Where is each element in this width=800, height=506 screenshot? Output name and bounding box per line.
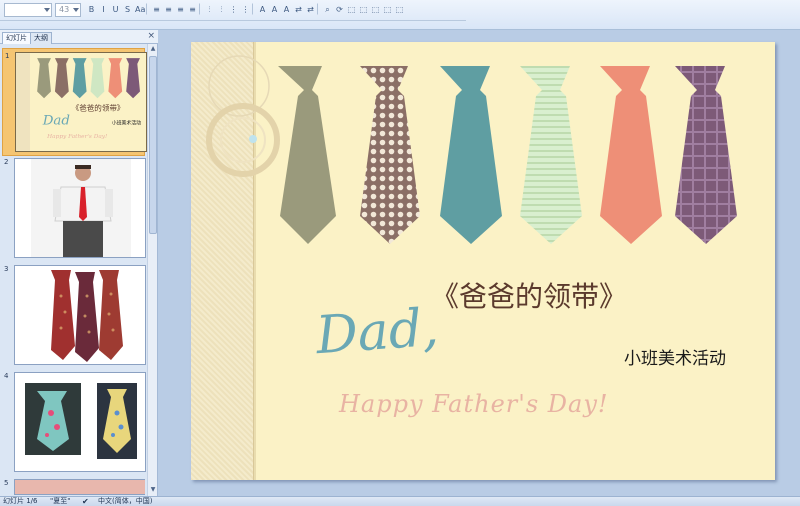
slide-subtitle[interactable]: 小班美术活动	[624, 344, 726, 369]
toolbar-tool-icon[interactable]: ≡	[151, 3, 162, 15]
toolbar-tool-icon[interactable]: S	[122, 3, 133, 15]
toolbar-tool-icon[interactable]: ⟳	[334, 3, 345, 15]
formatting-tools: B I U S Aa ≡ ≡ ≡ ≡ ⫶ ⫶ ⋮ ⋮ A A A ⇄ ⇄ ⌕ ⟳ ⬚ ⬚ ⬚ ⬚ ⬚	[86, 3, 405, 17]
toolbar-tool-icon[interactable]: I	[98, 3, 109, 15]
slide-number: 5	[4, 479, 9, 487]
toolbar-tool-icon[interactable]: ⇄	[293, 3, 304, 15]
panel-scrollbar[interactable]: ▲ ▼	[147, 44, 157, 496]
slide-number: 4	[4, 372, 9, 380]
tie-polka	[360, 66, 420, 244]
painted-ties-photo	[15, 373, 145, 471]
slide-preview	[14, 265, 146, 365]
toolbar-tool-icon[interactable]: ⬚	[346, 3, 357, 15]
thumb-1-art: 《爸爸的领带》 Dad 小班美术活动 Happy Father's Day!	[16, 53, 141, 151]
tie-teal	[440, 66, 502, 244]
scroll-down-icon[interactable]: ▼	[149, 486, 157, 494]
thumb-1-title: 《爸爸的领带》	[72, 103, 125, 113]
slide-number: 2	[4, 158, 9, 166]
toolbar-tool-icon[interactable]: ≡	[163, 3, 174, 15]
language-indicator[interactable]: 中文(简体，中国)	[98, 497, 152, 506]
scroll-up-icon[interactable]: ▲	[149, 45, 157, 53]
man-in-tie-photo	[15, 159, 145, 257]
slide-editor: 《爸爸的领带》 Dad, 小班美术活动 Happy Father's Day!	[158, 30, 800, 496]
toolbar-tool-icon[interactable]: ⬚	[358, 3, 369, 15]
toolbar-separator	[317, 3, 321, 15]
toolbar-tool-icon[interactable]: ⋮	[228, 3, 239, 15]
tie-olive	[278, 66, 336, 244]
thumb-1-happy: Happy Father's Day!	[46, 134, 107, 140]
slide-count: 幻灯片 1/6	[3, 497, 38, 505]
font-name-dropdown[interactable]	[4, 3, 52, 17]
slide-number: 1	[5, 52, 10, 60]
toolbar-tool-icon[interactable]: A	[269, 3, 280, 15]
theme-name: "夏至"	[50, 497, 71, 505]
status-bar: 幻灯片 1/6 "夏至" ✔ 中文(简体，中国)	[0, 496, 800, 506]
tie-plaid	[675, 66, 737, 244]
font-size-value: 43	[59, 5, 70, 14]
ties-photo	[15, 266, 145, 364]
toolbar-tool-icon[interactable]: ⬚	[394, 3, 405, 15]
ribbon-toolbar: 43 B I U S Aa ≡ ≡ ≡ ≡ ⫶ ⫶ ⋮ ⋮ A A A ⇄ ⇄ ⌕ ⟳ ⬚ ⬚ ⬚ ⬚ ⬚	[0, 0, 800, 30]
toolbar-tool-icon[interactable]: U	[110, 3, 121, 15]
toolbar-tool-icon[interactable]: Aa	[134, 3, 145, 15]
tab-slides[interactable]: 幻灯片	[2, 32, 31, 44]
toolbar-tool-icon[interactable]: ⬚	[382, 3, 393, 15]
ribbon-divider	[0, 20, 466, 21]
toolbar-tool-icon[interactable]: ≡	[175, 3, 186, 15]
slide-preview	[14, 158, 146, 258]
toolbar-tool-icon[interactable]: ⇄	[305, 3, 316, 15]
toolbar-tool-icon[interactable]: ⫶	[216, 3, 227, 15]
spellcheck-icon[interactable]: ✔	[82, 497, 89, 506]
slide-preview	[14, 479, 145, 495]
tie-salmon	[600, 66, 662, 244]
font-size-dropdown[interactable]: 43	[55, 3, 81, 17]
tab-outline[interactable]: 大纲	[30, 32, 52, 44]
slide-canvas[interactable]: 《爸爸的领带》 Dad, 小班美术活动 Happy Father's Day!	[191, 42, 775, 480]
thumb-1-subtitle: 小班美术活动	[112, 119, 141, 126]
slide-preview	[14, 372, 146, 472]
thumb-1-dad: Dad	[42, 113, 70, 128]
powerpoint-window: 43 B I U S Aa ≡ ≡ ≡ ≡ ⫶ ⫶ ⋮ ⋮ A A A ⇄ ⇄ ⌕ ⟳ ⬚ ⬚ ⬚ ⬚ ⬚ 幻灯片 大纲 × 1	[0, 0, 800, 506]
toolbar-separator	[252, 3, 256, 15]
toolbar-separator	[199, 3, 203, 15]
slide-thumbnail-1[interactable]: 1 《爸爸的领带》 Dad 小班美术活动 Happy Father's Day!	[2, 48, 147, 156]
tie-mint	[520, 66, 582, 244]
slide-preview: 《爸爸的领带》 Dad 小班美术活动 Happy Father's Day!	[15, 52, 147, 152]
toolbar-tool-icon[interactable]: A	[281, 3, 292, 15]
close-icon[interactable]: ×	[147, 31, 155, 42]
toolbar-tool-icon[interactable]: ⬚	[370, 3, 381, 15]
slide-thumbnail-5[interactable]: 5	[2, 479, 145, 495]
slide-number: 3	[4, 265, 9, 273]
panel-tabs: 幻灯片 大纲 ×	[0, 30, 158, 44]
scrollbar-thumb[interactable]	[149, 56, 157, 234]
toolbar-tool-icon[interactable]: ⌕	[322, 3, 333, 15]
slide-happy-fathers-day[interactable]: Happy Father's Day!	[339, 390, 609, 418]
toolbar-tool-icon[interactable]: B	[86, 3, 97, 15]
toolbar-tool-icon[interactable]: A	[257, 3, 268, 15]
toolbar-tool-icon[interactable]: ⋮	[240, 3, 251, 15]
slide-dad-lettering[interactable]: Dad,	[314, 298, 440, 366]
slides-panel: 幻灯片 大纲 × 1 《爸爸的领带》 Dad 小班美术活动 Happy Fath…	[0, 30, 158, 496]
toolbar-tool-icon[interactable]: ≡	[187, 3, 198, 15]
toolbar-tool-icon[interactable]: ⫶	[204, 3, 215, 15]
toolbar-separator	[146, 3, 150, 15]
slide-title[interactable]: 《爸爸的领带》	[431, 275, 627, 315]
